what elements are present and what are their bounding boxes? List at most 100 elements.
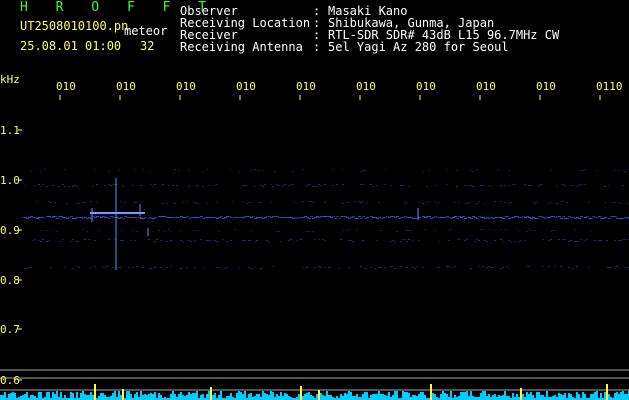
signal-pixel (360, 184, 362, 185)
signal-pixel (62, 239, 64, 240)
signal-pixel (260, 202, 262, 203)
signal-pixel (250, 202, 252, 203)
signal-pixel (308, 201, 310, 202)
signal-pixel (378, 267, 380, 268)
signal-pixel (66, 203, 68, 204)
intensity-bar (52, 392, 54, 400)
signal-pixel (360, 202, 362, 203)
signal-pixel (574, 241, 576, 242)
signal-pixel (306, 231, 308, 232)
intensity-bar (4, 392, 6, 400)
intensity-bar (498, 395, 500, 400)
signal-pixel (224, 268, 226, 269)
signal-pixel (142, 267, 144, 268)
signal-pixel (508, 170, 510, 171)
intensity-bar (412, 395, 414, 400)
signal-pixel (504, 229, 506, 230)
signal-pixel (42, 184, 44, 185)
signal-pixel (280, 241, 282, 242)
signal-pixel (402, 239, 404, 240)
signal-pixel (552, 216, 555, 217)
intensity-bar (86, 395, 88, 400)
signal-pixel (584, 217, 587, 218)
signal-pixel (278, 231, 280, 232)
signal-pixel (428, 170, 430, 171)
signal-pixel (218, 267, 220, 268)
signal-pixel (488, 266, 490, 267)
signal-pixel (34, 169, 36, 170)
signal-pixel (384, 217, 387, 218)
signal-pixel (534, 203, 536, 204)
intensity-bar (350, 392, 352, 400)
signal-pixel (422, 203, 424, 204)
signal-pixel (242, 201, 244, 202)
signal-pixel (44, 169, 46, 170)
intensity-bar (288, 396, 290, 400)
y-tick-label: 0.6 (0, 374, 20, 387)
intensity-bar (194, 393, 196, 400)
signal-pixel (82, 218, 85, 219)
signal-pixel (288, 240, 290, 241)
signal-pixel (154, 184, 156, 185)
signal-pixel (482, 185, 484, 186)
x-tick-label: 010 (296, 80, 316, 93)
signal-pixel (124, 216, 127, 217)
signal-pixel (518, 241, 520, 242)
signal-pixel (336, 184, 338, 185)
signal-pixel (78, 203, 80, 204)
intensity-bar (128, 391, 130, 400)
signal-pixel (432, 217, 435, 218)
signal-pixel (314, 186, 316, 187)
intensity-bar (502, 395, 504, 400)
intensity-bar (182, 395, 184, 400)
signal-pixel (108, 184, 110, 185)
signal-pixel (542, 266, 544, 267)
signal-pixel (540, 216, 543, 217)
intensity-bar (446, 394, 448, 400)
signal-pixel (434, 230, 436, 231)
intensity-bar (434, 394, 436, 400)
signal-pixel (524, 184, 526, 185)
signal-pixel (450, 218, 453, 219)
signal-pixel (216, 202, 218, 203)
intensity-bar (608, 394, 610, 400)
signal-pixel (476, 239, 478, 240)
signal-pixel (276, 231, 278, 232)
signal-pixel (472, 186, 474, 187)
signal-pixel (448, 217, 451, 218)
intensity-bar (214, 393, 216, 400)
signal-pixel (182, 202, 184, 203)
signal-pixel (182, 241, 184, 242)
signal-pixel (226, 267, 228, 268)
signal-pixel (574, 218, 577, 219)
signal-pixel (604, 202, 606, 203)
signal-pixel (74, 218, 77, 219)
intensity-bar (258, 394, 260, 400)
intensity-bar (88, 395, 90, 400)
signal-pixel (186, 267, 188, 268)
signal-pixel (26, 218, 29, 219)
signal-pixel (594, 240, 596, 241)
signal-pixel (566, 218, 569, 219)
signal-pixel (470, 218, 473, 219)
signal-pixel (278, 185, 280, 186)
signal-pixel (314, 217, 317, 218)
intensity-bar (512, 393, 514, 400)
signal-pixel (554, 217, 557, 218)
signal-pixel (412, 267, 414, 268)
intensity-bar (488, 394, 490, 400)
signal-pixel (64, 186, 66, 187)
intensity-bar (170, 394, 172, 400)
intensity-bar (118, 391, 120, 400)
signal-pixel (152, 231, 154, 232)
signal-pixel (506, 216, 509, 217)
signal-pixel (424, 229, 426, 230)
intensity-bar (348, 391, 350, 400)
signal-pixel (576, 186, 578, 187)
signal-pixel (438, 241, 440, 242)
signal-pixel (208, 240, 210, 241)
signal-pixel (620, 240, 622, 241)
signal-pixel (616, 266, 618, 267)
signal-pixel (608, 185, 610, 186)
signal-pixel (366, 202, 368, 203)
